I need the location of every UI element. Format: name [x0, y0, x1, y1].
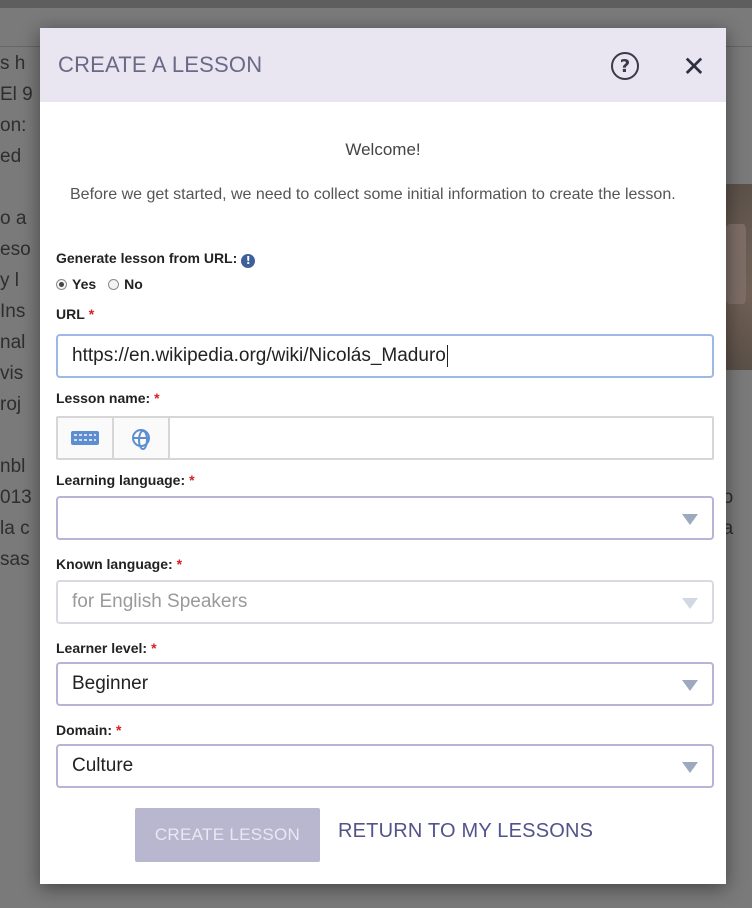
background-text-line: 013 [0, 487, 32, 508]
background-top-bar [0, 0, 752, 8]
generate-from-url-label-text: Generate lesson from URL: [56, 250, 238, 266]
domain-label: Domain: * [56, 722, 121, 738]
known-language-value: for English Speakers [72, 591, 248, 612]
learner-level-label-text: Learner level: [56, 640, 148, 656]
generate-from-url-options: Yes No [56, 276, 143, 292]
background-text-line: nbl [0, 456, 26, 477]
create-lesson-dialog: CREATE A LESSON ? ✕ Welcome! Before we g… [40, 28, 726, 884]
required-marker: * [151, 640, 157, 656]
keyboard-icon [71, 431, 99, 445]
required-marker: * [154, 390, 160, 406]
dropdown-arrow-icon [682, 514, 698, 525]
background-text-line: o a [0, 208, 27, 229]
lesson-name-label-text: Lesson name: [56, 390, 151, 406]
yes-radio[interactable] [56, 278, 67, 290]
background-text-line: vis [0, 363, 24, 384]
background-text-line: ed [0, 146, 22, 167]
no-radio[interactable] [108, 278, 120, 290]
create-lesson-button[interactable]: CREATE LESSON [135, 808, 320, 862]
background-text-line: y l [0, 270, 19, 291]
info-icon[interactable]: ! [241, 254, 256, 268]
known-language-label-text: Known language: [56, 556, 173, 572]
dialog-title: CREATE A LESSON [58, 52, 263, 77]
url-label-text: URL [56, 306, 85, 322]
known-language-label: Known language: * [56, 556, 182, 572]
domain-label-text: Domain: [56, 722, 112, 738]
required-marker: * [88, 306, 95, 322]
dropdown-arrow-icon [682, 598, 698, 609]
background-text-line [0, 420, 40, 451]
intro-text: Before we get started, we need to collec… [70, 186, 676, 203]
no-radio-label[interactable]: No [124, 276, 143, 292]
background-text-line: sas [0, 549, 30, 570]
close-icon[interactable]: ✕ [678, 50, 710, 83]
url-label: URL * [56, 306, 94, 322]
learning-language-label-text: Learning language: [56, 472, 186, 488]
required-marker: * [189, 472, 195, 488]
url-input-value: https://en.wikipedia.org/wiki/Nicolás_Ma… [72, 345, 446, 366]
background-text-line: nal [0, 332, 26, 353]
learner-level-value: Beginner [72, 673, 149, 694]
domain-value: Culture [72, 755, 134, 776]
learning-language-select[interactable] [56, 496, 714, 540]
dropdown-arrow-icon [682, 762, 698, 773]
background-text-line: eso [0, 239, 31, 260]
background-text-line: El 9 [0, 84, 33, 105]
globe-icon [132, 429, 150, 450]
required-marker: * [176, 556, 183, 572]
required-marker: * [116, 722, 122, 738]
background-text-line: roj [0, 394, 22, 415]
url-input[interactable]: https://en.wikipedia.org/wiki/Nicolás_Ma… [56, 334, 714, 378]
known-language-select[interactable]: for English Speakers [56, 580, 714, 624]
welcome-heading: Welcome! [345, 140, 421, 159]
text-caret [446, 345, 448, 367]
dropdown-arrow-icon [682, 680, 698, 691]
background-text-left: s h El 9 on: ed o a eso y l Ins nal vis roj nbl 01… [0, 48, 40, 575]
background-text-line: s h [0, 53, 26, 74]
background-text-line [0, 172, 40, 203]
learning-language-label: Learning language: * [56, 472, 195, 488]
background-text-line: on: [0, 115, 27, 136]
background-text-line: Ins [0, 301, 26, 322]
lesson-name-label: Lesson name: * [56, 390, 160, 406]
help-icon[interactable]: ? [611, 52, 639, 80]
learner-level-select[interactable]: Beginner [56, 662, 714, 706]
generate-from-url-label: Generate lesson from URL:! [56, 250, 256, 268]
lesson-name-field [56, 416, 714, 460]
virtual-keyboard-button[interactable] [58, 418, 114, 458]
dialog-header: CREATE A LESSON ? ✕ [40, 28, 726, 102]
return-to-lessons-link[interactable]: RETURN TO MY LESSONS [338, 820, 593, 843]
domain-select[interactable]: Culture [56, 744, 714, 788]
background-text-line: la c [0, 518, 30, 539]
yes-radio-label[interactable]: Yes [72, 276, 96, 292]
learner-level-label: Learner level: * [56, 640, 157, 656]
lesson-name-input[interactable] [170, 418, 712, 458]
language-button[interactable] [114, 418, 170, 458]
